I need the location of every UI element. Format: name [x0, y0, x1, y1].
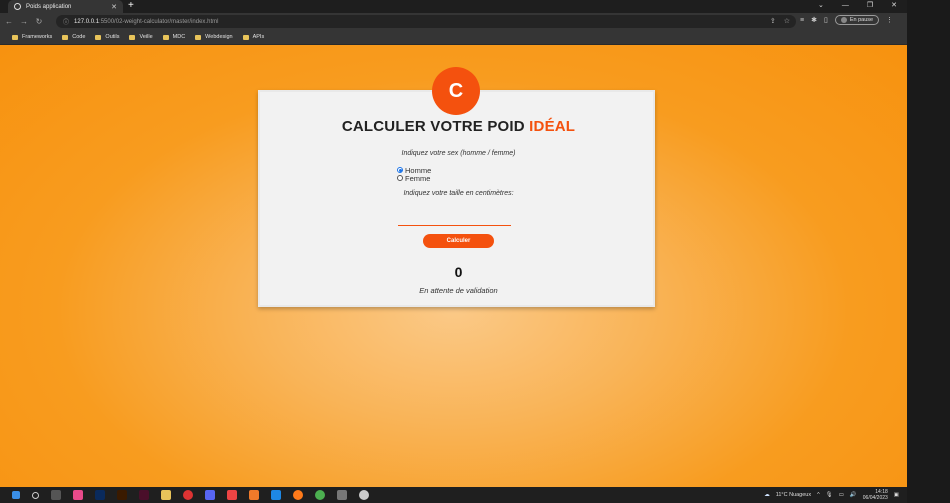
url-path: :5500/02-weight-calculator/master/index.…: [99, 18, 219, 25]
calculator-card: CALCULER VOTRE POID IDÉAL Indiquez votre…: [258, 90, 655, 307]
result-value: 0: [454, 264, 463, 280]
bookmarks-bar: Frameworks Code Outils Veille MDC Webdes…: [0, 30, 907, 45]
weather-text[interactable]: 11°C Nuageux: [776, 492, 811, 498]
reload-icon[interactable]: ↻: [33, 17, 45, 26]
folder-icon: [62, 34, 69, 40]
folder-icon: [162, 34, 169, 40]
figma-icon[interactable]: [227, 490, 237, 500]
logo-badge: C: [432, 67, 480, 115]
bookmark-item[interactable]: APIs: [242, 34, 264, 40]
bookmark-item[interactable]: Frameworks: [12, 34, 52, 40]
task-view-icon[interactable]: [51, 490, 61, 500]
clock[interactable]: 14:18 06/04/2023: [863, 489, 888, 501]
profile-avatar: [840, 17, 847, 23]
sex-question-label: Indiquez votre sex (homme / femme): [401, 150, 516, 157]
tab-title: Poids application: [26, 3, 72, 10]
share-icon[interactable]: ⇪: [770, 15, 776, 28]
pause-label: En pause: [849, 17, 874, 23]
network-icon[interactable]: ▭: [839, 492, 844, 498]
folder-icon: [129, 34, 136, 40]
vscode-icon[interactable]: [271, 490, 281, 500]
browser-toolbar: ← → ↻ ⓘ 127.0.0.1 :5500/02-weight-calcul…: [0, 13, 907, 30]
folder-icon: [95, 34, 102, 40]
status-text: En attente de validation: [419, 286, 498, 295]
media-queue-icon[interactable]: ≡: [800, 17, 804, 24]
photoshop-icon[interactable]: [95, 490, 105, 500]
system-tray: ☁ 11°C Nuageux ^ 🎙 ▭ 🔊 14:18 06/04/2023 …: [764, 489, 899, 501]
microphone-icon[interactable]: 🎙: [826, 492, 833, 498]
minimize-icon[interactable]: —: [842, 0, 849, 12]
search-icon[interactable]: [32, 491, 39, 499]
folder-icon: [195, 34, 202, 40]
bookmark-item[interactable]: MDC: [162, 34, 185, 40]
extensions-icon[interactable]: ✱: [811, 16, 817, 24]
browser-tab[interactable]: Poids application ✕: [8, 0, 123, 13]
page-title: CALCULER VOTRE POID IDÉAL: [260, 118, 657, 135]
tray-chevron-icon[interactable]: ^: [817, 492, 820, 498]
bookmark-item[interactable]: Webdesign: [195, 34, 233, 40]
app-icon[interactable]: [337, 490, 347, 500]
folder-icon: [242, 34, 249, 40]
radio-female[interactable]: [397, 175, 403, 181]
radio-female-label: Femme: [405, 173, 431, 183]
radio-option-female[interactable]: Femme: [397, 173, 431, 183]
address-bar[interactable]: ⓘ 127.0.0.1 :5500/02-weight-calculator/m…: [56, 15, 796, 28]
weather-icon: ☁: [764, 492, 770, 498]
sex-radio-group: Homme Femme: [397, 166, 431, 183]
page-viewport: CALCULER VOTRE POID IDÉAL Indiquez votre…: [0, 45, 907, 487]
browser-tab-bar: Poids application ✕ + ⌄ — ❐ ✕: [0, 0, 907, 13]
app-icon[interactable]: [359, 490, 369, 500]
discord-icon[interactable]: [205, 490, 215, 500]
notifications-icon[interactable]: ▣: [894, 492, 899, 498]
start-icon[interactable]: [12, 491, 20, 499]
indesign-icon[interactable]: [139, 490, 149, 500]
height-input[interactable]: [398, 208, 511, 226]
site-info-icon[interactable]: ⓘ: [63, 17, 69, 26]
close-window-icon[interactable]: ✕: [891, 0, 897, 12]
tab-close-icon[interactable]: ✕: [111, 3, 117, 11]
tab-favicon-icon: [14, 3, 21, 10]
profile-pause-button[interactable]: En pause: [834, 15, 880, 25]
forward-icon[interactable]: →: [18, 17, 30, 26]
firefox-icon[interactable]: [293, 490, 303, 500]
bookmark-item[interactable]: Code: [62, 34, 85, 40]
menu-icon[interactable]: ⋮: [886, 16, 893, 24]
url-host: 127.0.0.1: [74, 18, 100, 25]
screen: Poids application ✕ + ⌄ — ❐ ✕ ← → ↻ ⓘ 12…: [0, 0, 950, 503]
new-tab-button[interactable]: +: [128, 0, 134, 12]
outer-frame: [907, 0, 950, 503]
radio-male[interactable]: [397, 167, 403, 173]
restore-icon[interactable]: ❐: [867, 0, 873, 12]
app-icon[interactable]: [73, 490, 83, 500]
back-icon[interactable]: ←: [3, 17, 15, 26]
app-icon[interactable]: [183, 490, 193, 500]
height-question-label: Indiquez votre taille en centimètres:: [403, 190, 514, 197]
sidebar-icon[interactable]: ▯: [824, 16, 828, 24]
bookmark-item[interactable]: Veille: [129, 34, 153, 40]
title-main: CALCULER VOTRE POID: [341, 118, 530, 135]
tab-search-icon[interactable]: ⌄: [818, 0, 824, 12]
volume-icon[interactable]: 🔊: [850, 492, 857, 498]
bookmark-item[interactable]: Outils: [95, 34, 119, 40]
clock-date: 06/04/2023: [862, 495, 888, 501]
windows-taskbar: ☁ 11°C Nuageux ^ 🎙 ▭ 🔊 14:18 06/04/2023 …: [0, 487, 907, 503]
calculate-button[interactable]: Calculer: [423, 234, 494, 248]
file-explorer-icon[interactable]: [161, 490, 171, 500]
folder-icon: [12, 34, 18, 40]
chrome-icon[interactable]: [315, 490, 325, 500]
app-icon[interactable]: [249, 490, 259, 500]
title-accent: IDÉAL: [529, 118, 576, 135]
bookmark-star-icon[interactable]: ☆: [784, 15, 790, 28]
window-controls: ⌄ — ❐ ✕: [818, 0, 897, 12]
illustrator-icon[interactable]: [117, 490, 127, 500]
